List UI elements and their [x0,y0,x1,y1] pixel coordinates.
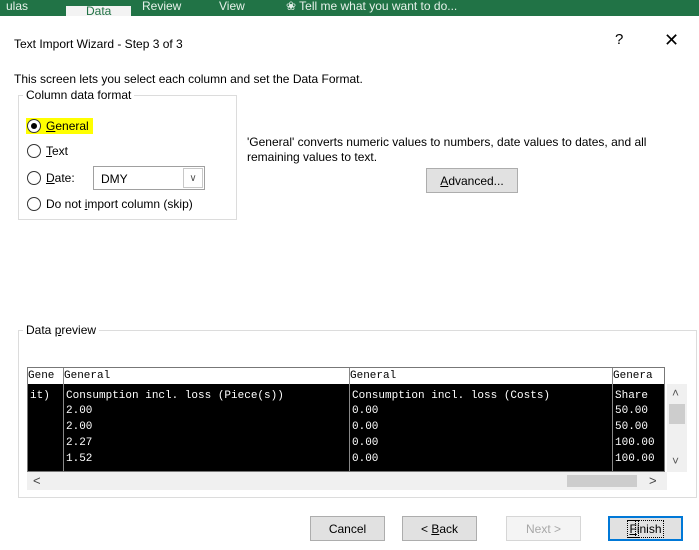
table-cell: 0.00 [352,437,379,449]
table-cell: 1.52 [66,453,93,465]
ribbon-tab-review[interactable]: Review [142,0,181,12]
back-button-label: < Back [420,521,459,536]
close-button[interactable]: ✕ [664,30,679,51]
finish-button[interactable]: Finish [608,516,683,541]
table-cell: it) [30,390,50,402]
advanced-button[interactable]: Advanced... [426,168,518,193]
radio-skip-label: Do not import column (skip) [46,197,193,211]
tell-me-box[interactable]: ❀ Tell me what you want to do... [286,0,457,12]
preview-horizontal-scrollbar[interactable]: < > [27,472,667,490]
ribbon-tab-data[interactable]: Data [66,5,132,16]
column-header-3[interactable]: General [350,368,612,384]
preview-vertical-scrollbar[interactable]: ˄ ˅ [667,384,687,472]
radio-date-label: Date: [46,171,75,185]
radio-text-indicator[interactable] [27,144,41,158]
finish-button-label: Finish [627,519,664,538]
scroll-right-icon[interactable]: > [649,473,657,488]
next-button[interactable]: Next > [506,516,581,541]
next-button-label: Next > [525,521,561,536]
advanced-button-label: Advanced... [440,173,504,188]
back-button[interactable]: < Back [402,516,477,541]
column-header-4[interactable]: Genera [613,368,664,384]
column-header-1[interactable]: Gene [28,368,63,384]
general-highlight: General [26,118,93,134]
table-cell: 100.00 [615,437,655,449]
column-divider [612,368,613,471]
chevron-down-icon[interactable]: ∨ [183,168,203,188]
date-format-value: DMY [101,172,128,186]
data-preview-table[interactable]: Gene General General Genera it) Consumpt… [27,367,665,472]
radio-skip-indicator[interactable] [27,197,41,211]
table-cell: 100.00 [615,453,655,465]
table-cell: 0.00 [352,453,379,465]
scroll-up-icon[interactable]: ˄ [672,386,679,400]
table-cell: Consumption incl. loss (Piece(s)) [66,390,284,402]
table-cell: 0.00 [352,405,379,417]
cancel-button[interactable]: Cancel [310,516,385,541]
scroll-left-icon[interactable]: < [33,473,41,488]
excel-ribbon: ulas Data Review View ❀ Tell me what you… [0,0,699,16]
table-cell: 2.00 [66,405,93,417]
table-cell: Share [615,390,649,402]
radio-skip-column[interactable]: Do not import column (skip) [27,197,193,211]
vertical-scroll-thumb[interactable] [669,404,685,424]
table-cell: 2.27 [66,437,93,449]
column-header-2[interactable]: General [64,368,349,384]
radio-general-indicator[interactable] [27,119,41,133]
column-divider [63,368,64,471]
column-divider [349,368,350,471]
intro-text: This screen lets you select each column … [14,72,363,86]
dialog-title: Text Import Wizard - Step 3 of 3 [14,37,183,51]
table-cell: 50.00 [615,421,649,433]
radio-text-label: Text [46,144,69,158]
radio-date[interactable]: Date: [27,171,75,185]
cancel-button-label: Cancel [328,521,367,536]
dialog-titlebar: Text Import Wizard - Step 3 of 3 ? ✕ [0,20,699,60]
format-description: 'General' converts numeric values to num… [247,135,647,164]
radio-text[interactable]: Text [27,144,68,158]
table-cell: 50.00 [615,405,649,417]
data-preview-legend: Data preview [26,323,97,337]
help-button[interactable]: ? [615,31,623,48]
scroll-down-icon[interactable]: ˅ [672,454,679,468]
radio-general[interactable]: General [26,118,93,134]
table-cell: 0.00 [352,421,379,433]
date-format-select[interactable]: DMY ∨ [93,166,205,190]
column-data-format-legend: Column data format [26,88,132,102]
radio-general-label: General [46,119,89,133]
radio-date-indicator[interactable] [27,171,41,185]
table-cell: Consumption incl. loss (Costs) [352,390,551,402]
ribbon-tab-formulas[interactable]: ulas [6,0,28,12]
table-cell: 2.00 [66,421,93,433]
horizontal-scroll-thumb[interactable] [567,475,637,487]
ribbon-tab-view[interactable]: View [219,0,245,12]
